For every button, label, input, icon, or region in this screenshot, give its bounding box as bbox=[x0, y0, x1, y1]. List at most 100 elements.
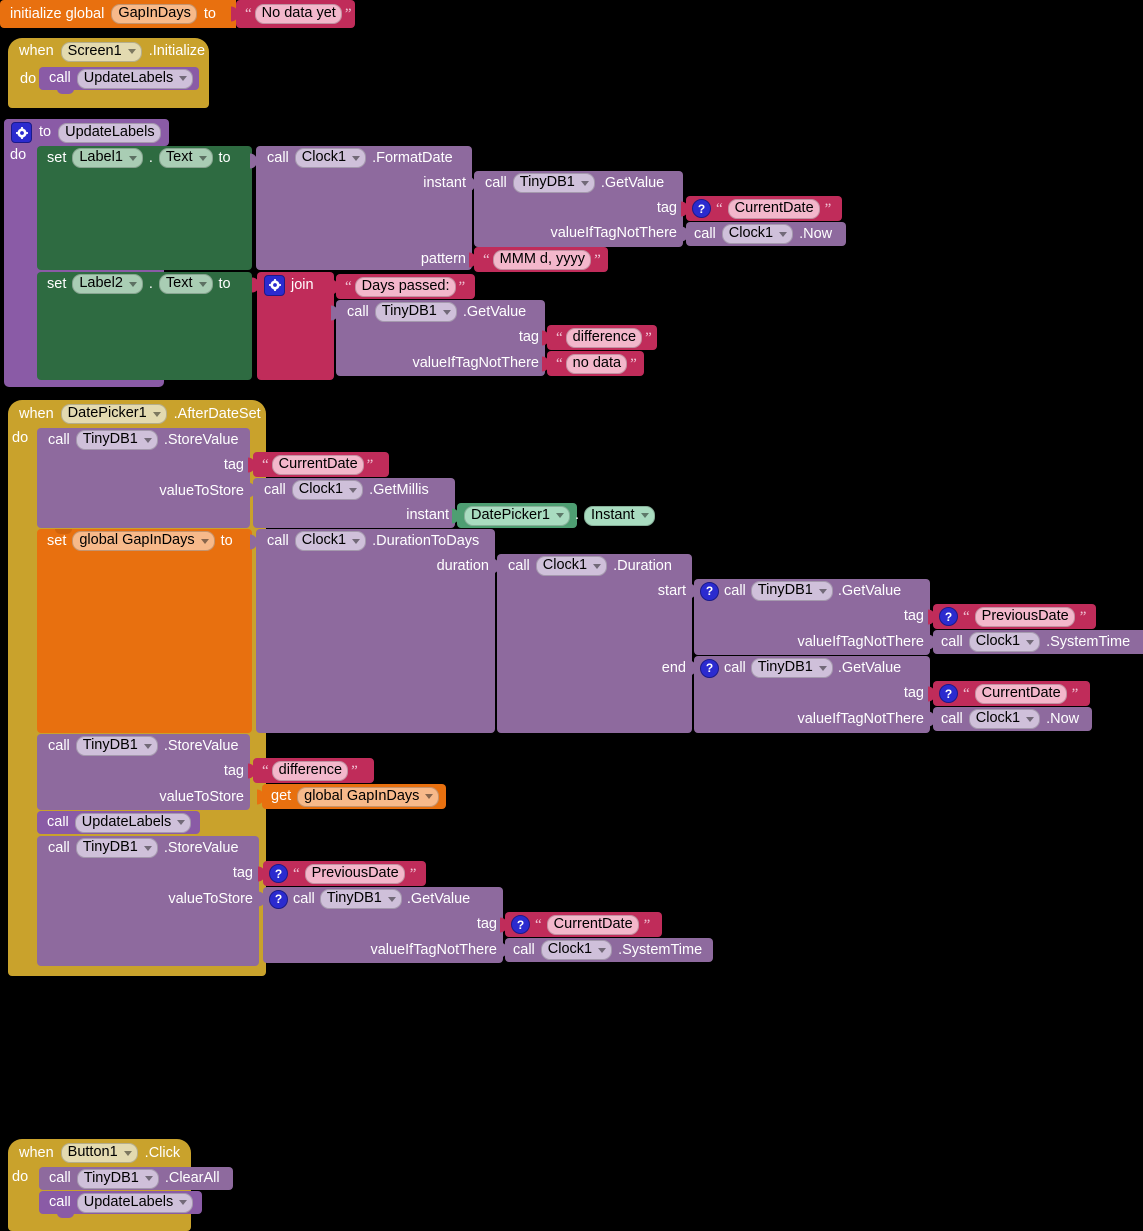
call-clock1-now-block-1[interactable]: call Clock1 .Now bbox=[681, 222, 846, 246]
call-clock1-systemtime-block-1[interactable]: call Clock1 .SystemTime bbox=[928, 630, 1143, 654]
difference-text-field[interactable]: difference bbox=[271, 760, 349, 781]
tag-text-field[interactable]: CurrentDate bbox=[727, 198, 820, 219]
set-global-gapindays-block[interactable]: set global GapInDays to bbox=[37, 529, 252, 733]
difference-text-field[interactable]: difference bbox=[565, 327, 643, 348]
currentdate-text-block-3[interactable]: ? “ CurrentDate ” bbox=[928, 681, 1090, 706]
call-clock1-formatdate-block[interactable]: call Clock1 .FormatDate instant pattern bbox=[250, 146, 472, 270]
get-global-gapindays-block[interactable]: get global GapInDays bbox=[257, 784, 446, 809]
call-clock1-duration-block[interactable]: call Clock1 .Duration start end bbox=[492, 554, 692, 733]
clock1-dropdown[interactable]: Clock1 bbox=[535, 556, 608, 576]
previousdate-text-field[interactable]: PreviousDate bbox=[974, 606, 1075, 627]
set-label1-text-block[interactable]: set Label1 . Text to bbox=[37, 146, 252, 270]
call-tinydb1-clearall-block[interactable]: call TinyDB1 .ClearAll bbox=[39, 1167, 233, 1190]
call-tinydb1-getvalue-start-block[interactable]: ? call TinyDB1 .GetValue tag valueIfTagN… bbox=[689, 579, 930, 655]
tinydb1-dropdown[interactable]: TinyDB1 bbox=[75, 736, 158, 756]
previousdate-text-field[interactable]: PreviousDate bbox=[304, 863, 405, 884]
method-name: .FormatDate bbox=[372, 149, 453, 166]
help-badge-icon[interactable]: ? bbox=[269, 864, 288, 883]
tinydb1-dropdown[interactable]: TinyDB1 bbox=[512, 173, 595, 193]
help-badge-icon[interactable]: ? bbox=[939, 684, 958, 703]
difference-text-block-2[interactable]: “ difference ” bbox=[248, 758, 374, 783]
screen1-dropdown[interactable]: Screen1 bbox=[60, 41, 142, 62]
instant-property-dropdown[interactable]: Instant bbox=[584, 505, 655, 526]
call-updatelabels-block-2[interactable]: call UpdateLabels bbox=[37, 811, 200, 834]
global-gapindays-dropdown[interactable]: global GapInDays bbox=[297, 786, 440, 807]
call-tinydb1-storevalue-current-block[interactable]: call TinyDB1 .StoreValue tag valueToStor… bbox=[37, 428, 250, 528]
set-label2-text-block[interactable]: set Label2 . Text to bbox=[37, 272, 252, 380]
currentdate-text-block-2[interactable]: “ CurrentDate ” bbox=[248, 452, 389, 477]
previousdate-text-block-1[interactable]: ? “ PreviousDate ” bbox=[928, 604, 1096, 629]
currentdate-text-field[interactable]: CurrentDate bbox=[546, 914, 639, 935]
call-tinydb1-storevalue-previous-block[interactable]: call TinyDB1 .StoreValue tag valueToStor… bbox=[37, 836, 259, 966]
method-name: .SystemTime bbox=[1046, 633, 1131, 650]
call-clock1-durationtodays-block[interactable]: call Clock1 .DurationToDays duration bbox=[250, 529, 495, 733]
help-badge-icon[interactable]: ? bbox=[700, 658, 719, 678]
text-property-dropdown[interactable]: Text bbox=[158, 148, 213, 168]
clock1-dropdown[interactable]: Clock1 bbox=[968, 709, 1041, 729]
button1-dropdown[interactable]: Button1 bbox=[60, 1143, 138, 1163]
previousdate-text-block-2[interactable]: ? “ PreviousDate ” bbox=[258, 861, 426, 886]
help-badge-icon[interactable]: ? bbox=[269, 889, 288, 909]
days-passed-text-field[interactable]: Days passed: bbox=[354, 276, 456, 297]
call-tinydb1-getvalue-difference-block[interactable]: call TinyDB1 .GetValue tag valueIfTagNot… bbox=[331, 300, 545, 376]
clock1-dropdown[interactable]: Clock1 bbox=[540, 940, 613, 960]
no-data-text-field[interactable]: no data bbox=[565, 353, 628, 374]
tinydb1-dropdown[interactable]: TinyDB1 bbox=[374, 302, 457, 322]
label2-dropdown[interactable]: Label2 bbox=[72, 274, 143, 294]
call-tinydb1-getvalue-instant-block[interactable]: call TinyDB1 .GetValue tag valueIfTagNot… bbox=[468, 171, 683, 247]
clock1-dropdown[interactable]: Clock1 bbox=[294, 148, 367, 168]
tinydb1-dropdown[interactable]: TinyDB1 bbox=[76, 1168, 159, 1189]
clock1-dropdown[interactable]: Clock1 bbox=[721, 224, 794, 244]
procedure-name-field[interactable]: UpdateLabels bbox=[58, 122, 161, 143]
tinydb1-dropdown[interactable]: TinyDB1 bbox=[750, 581, 833, 601]
difference-text-block-1[interactable]: “ difference ” bbox=[542, 325, 657, 350]
currentdate-text-field[interactable]: CurrentDate bbox=[271, 454, 364, 475]
currentdate-text-field[interactable]: CurrentDate bbox=[974, 683, 1067, 704]
global-gapindays-dropdown[interactable]: global GapInDays bbox=[72, 531, 215, 551]
global-init-text-block[interactable]: “ No data yet ” bbox=[231, 0, 355, 28]
datepicker1-dropdown[interactable]: DatePicker1 bbox=[60, 404, 167, 424]
label1-dropdown[interactable]: Label1 bbox=[72, 148, 143, 168]
when-keyword: when bbox=[19, 1144, 54, 1161]
tinydb1-dropdown[interactable]: TinyDB1 bbox=[750, 658, 833, 678]
call-updatelabels-block-3[interactable]: call UpdateLabels bbox=[39, 1191, 202, 1218]
call-clock1-getmillis-block[interactable]: call Clock1 .GetMillis instant bbox=[248, 478, 455, 528]
call-clock1-now-block-2[interactable]: call Clock1 .Now bbox=[928, 707, 1092, 731]
procedure-dropdown[interactable]: UpdateLabels bbox=[74, 812, 192, 833]
gear-icon[interactable] bbox=[11, 122, 32, 143]
call-tinydb1-storevalue-difference-block[interactable]: call TinyDB1 .StoreValue tag valueToStor… bbox=[37, 734, 250, 810]
method-name: .GetValue bbox=[406, 890, 471, 907]
join-block[interactable]: join bbox=[252, 272, 334, 380]
currentdate-text-block-1[interactable]: ? “ CurrentDate ” bbox=[681, 196, 842, 221]
pattern-text-block[interactable]: “ MMM d, yyyy ” bbox=[469, 247, 608, 272]
tinydb1-dropdown[interactable]: TinyDB1 bbox=[75, 838, 158, 858]
global-name-field[interactable]: GapInDays bbox=[111, 4, 197, 24]
currentdate-text-block-4[interactable]: ? “ CurrentDate ” bbox=[500, 912, 662, 937]
text-property-dropdown[interactable]: Text bbox=[158, 274, 213, 294]
tinydb1-dropdown[interactable]: TinyDB1 bbox=[319, 889, 402, 909]
chevron-down-icon bbox=[152, 411, 161, 417]
help-badge-icon[interactable]: ? bbox=[939, 607, 958, 626]
procedure-dropdown[interactable]: UpdateLabels bbox=[76, 1192, 194, 1213]
help-badge-icon[interactable]: ? bbox=[700, 581, 719, 601]
days-passed-text-block[interactable]: “ Days passed: ” bbox=[331, 274, 475, 299]
call-tinydb1-getvalue-end-block[interactable]: ? call TinyDB1 .GetValue tag valueIfTagN… bbox=[689, 656, 930, 733]
procedure-dropdown[interactable]: UpdateLabels bbox=[76, 68, 194, 89]
clock1-dropdown[interactable]: Clock1 bbox=[294, 531, 367, 551]
initialize-global-block[interactable]: initialize global GapInDays to bbox=[0, 0, 236, 28]
text-value-field[interactable]: No data yet bbox=[254, 4, 342, 24]
datepicker1-dropdown[interactable]: DatePicker1 bbox=[464, 505, 570, 526]
datepicker1-instant-getter-block[interactable]: DatePicker1 . Instant bbox=[452, 503, 655, 528]
help-badge-icon[interactable]: ? bbox=[692, 199, 711, 218]
call-tinydb1-getvalue-inner-block[interactable]: ? call TinyDB1 .GetValue tag valueIfTagN… bbox=[258, 887, 503, 963]
clock1-dropdown[interactable]: Clock1 bbox=[291, 480, 364, 500]
no-data-text-block[interactable]: “ no data ” bbox=[542, 351, 644, 376]
help-badge-icon[interactable]: ? bbox=[511, 915, 530, 934]
updatelabels-proc-header[interactable]: to UpdateLabels bbox=[4, 119, 169, 146]
call-clock1-systemtime-block-2[interactable]: call Clock1 .SystemTime bbox=[500, 938, 713, 962]
clock1-dropdown[interactable]: Clock1 bbox=[968, 632, 1041, 652]
call-updatelabels-block-1[interactable]: call UpdateLabels bbox=[39, 67, 199, 94]
gear-icon[interactable] bbox=[264, 274, 285, 296]
pattern-text-field[interactable]: MMM d, yyyy bbox=[492, 249, 592, 270]
tinydb1-dropdown[interactable]: TinyDB1 bbox=[75, 430, 158, 450]
